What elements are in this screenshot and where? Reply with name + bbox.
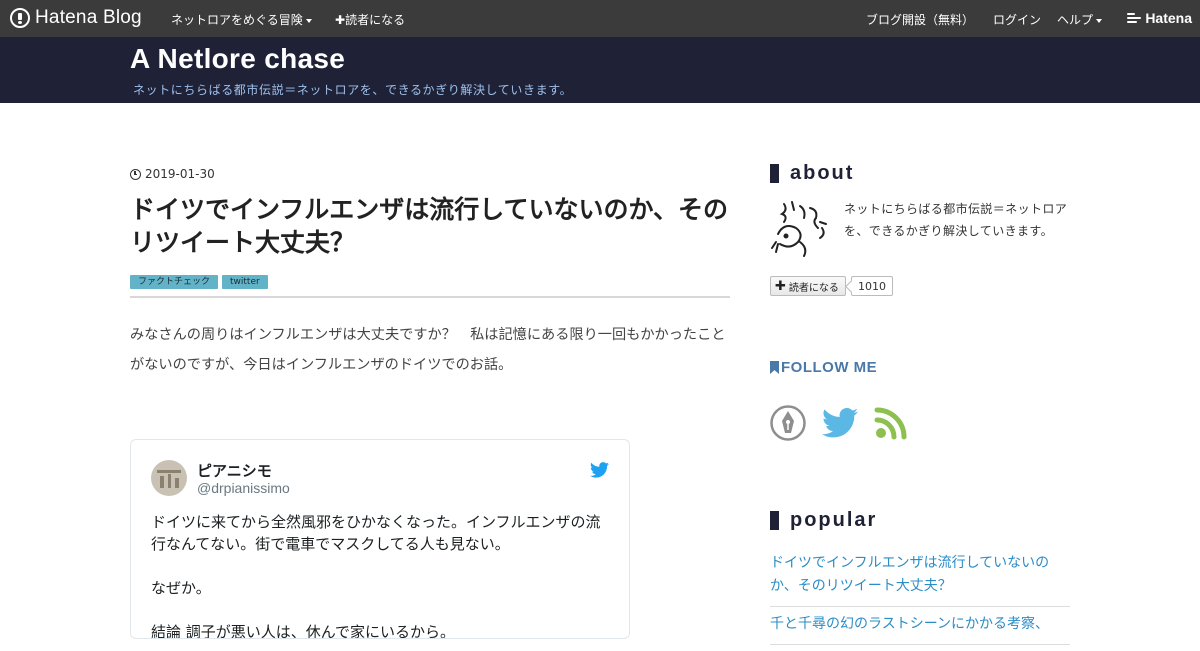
blog-title[interactable]: A Netlore chase xyxy=(130,43,345,75)
help-menu-label: ヘルプ xyxy=(1057,13,1094,27)
plus-icon: ✚ xyxy=(335,13,346,27)
hatena-brand-icon xyxy=(1127,13,1142,23)
hatena-brand-link[interactable]: Hatena xyxy=(1127,10,1192,26)
blog-header: A Netlore chase ネットにちらばる都市伝説＝ネットロアを、できるか… xyxy=(0,37,1200,103)
popular-heading: popular xyxy=(770,509,877,532)
follow-me-label: FOLLOW ME xyxy=(781,359,878,376)
subscriber-count[interactable]: 1010 xyxy=(851,276,893,296)
embedded-tweet[interactable]: ピアニシモ @drpianissimo ドイツに来てから全然風邪をひかなくなった… xyxy=(130,439,630,639)
follow-icons xyxy=(770,405,908,441)
hatena-follow-icon[interactable] xyxy=(770,405,806,441)
follow-me-heading: FOLLOW ME xyxy=(770,359,877,376)
entry-date-text: 2019-01-30 xyxy=(145,167,215,181)
subscribe-button[interactable]: ✚ 読者になる xyxy=(770,276,846,296)
global-header-bar: Hatena Blog ネットロアをめぐる冒険 ✚読者になる ブログ開設（無料）… xyxy=(0,0,1200,37)
hatena-logo-icon xyxy=(10,8,30,28)
plus-icon: ✚ xyxy=(775,278,786,294)
explore-menu-label: ネットロアをめぐる冒険 xyxy=(171,13,303,27)
global-subscribe-link[interactable]: ✚読者になる xyxy=(335,11,405,28)
popular-entry-link[interactable]: 千と千尋の幻のラストシーンにかかる考察、 xyxy=(770,613,1070,645)
tweet-handle[interactable]: @drpianissimo xyxy=(197,480,290,496)
twitter-follow-icon[interactable] xyxy=(822,408,858,438)
category-tag[interactable]: ファクトチェック xyxy=(130,275,219,289)
subscribe-button-label: 読者になる xyxy=(788,282,839,294)
about-heading-text: about xyxy=(790,162,855,184)
heading-bar xyxy=(770,511,779,530)
popular-entry-link[interactable]: ドイツでインフルエンザは流行していないのか、そのリツイート大丈夫？ xyxy=(770,552,1070,607)
about-profile-image[interactable] xyxy=(770,198,832,260)
entry-body-paragraph: みなさんの周りはインフルエンザは大丈夫ですか？ 私は記憶にある限り一回もかかった… xyxy=(130,327,726,373)
category-tag[interactable]: twitter xyxy=(222,275,268,289)
entry-date[interactable]: 2019-01-30 xyxy=(130,167,215,181)
caret-down-icon xyxy=(305,18,312,23)
explore-menu[interactable]: ネットロアをめぐる冒険 xyxy=(171,11,312,28)
create-blog-link[interactable]: ブログ開設（無料） xyxy=(866,11,974,28)
entry-title[interactable]: ドイツでインフルエンザは流行していないのか、そのリツイート大丈夫？ xyxy=(130,193,730,259)
tweet-display-name[interactable]: ピアニシモ xyxy=(197,460,272,481)
rss-feed-icon[interactable] xyxy=(874,406,908,440)
hatena-blog-logo-text: Hatena Blog xyxy=(35,7,142,28)
heading-bar xyxy=(770,164,779,183)
login-link[interactable]: ログイン xyxy=(993,11,1041,28)
help-menu[interactable]: ヘルプ xyxy=(1057,11,1103,28)
clock-icon xyxy=(130,168,141,180)
title-divider xyxy=(130,296,730,298)
bookmark-icon xyxy=(770,361,779,374)
entry-categories: ファクトチェック twitter xyxy=(130,275,268,289)
hatena-blog-logo[interactable]: Hatena Blog xyxy=(10,7,142,29)
caret-down-icon xyxy=(1096,18,1103,23)
popular-heading-text: popular xyxy=(790,509,878,531)
hatena-brand-text: Hatena xyxy=(1145,10,1192,26)
tweet-avatar[interactable] xyxy=(151,460,187,496)
blog-description: ネットにちらばる都市伝説＝ネットロアを、できるかぎり解決していきます。 xyxy=(133,83,573,97)
about-heading: about xyxy=(770,162,854,185)
tweet-text: ドイツに来てから全然風邪をひかなくなった。インフルエンザの流行なんてない。街で電… xyxy=(151,513,601,639)
twitter-bird-icon[interactable] xyxy=(590,462,609,478)
global-subscribe-label: 読者になる xyxy=(345,13,406,27)
about-description: ネットにちらばる都市伝説＝ネットロアを、できるかぎり解決していきます。 xyxy=(844,202,1068,238)
popular-list: ドイツでインフルエンザは流行していないのか、そのリツイート大丈夫？ 千と千尋の幻… xyxy=(770,552,1070,651)
